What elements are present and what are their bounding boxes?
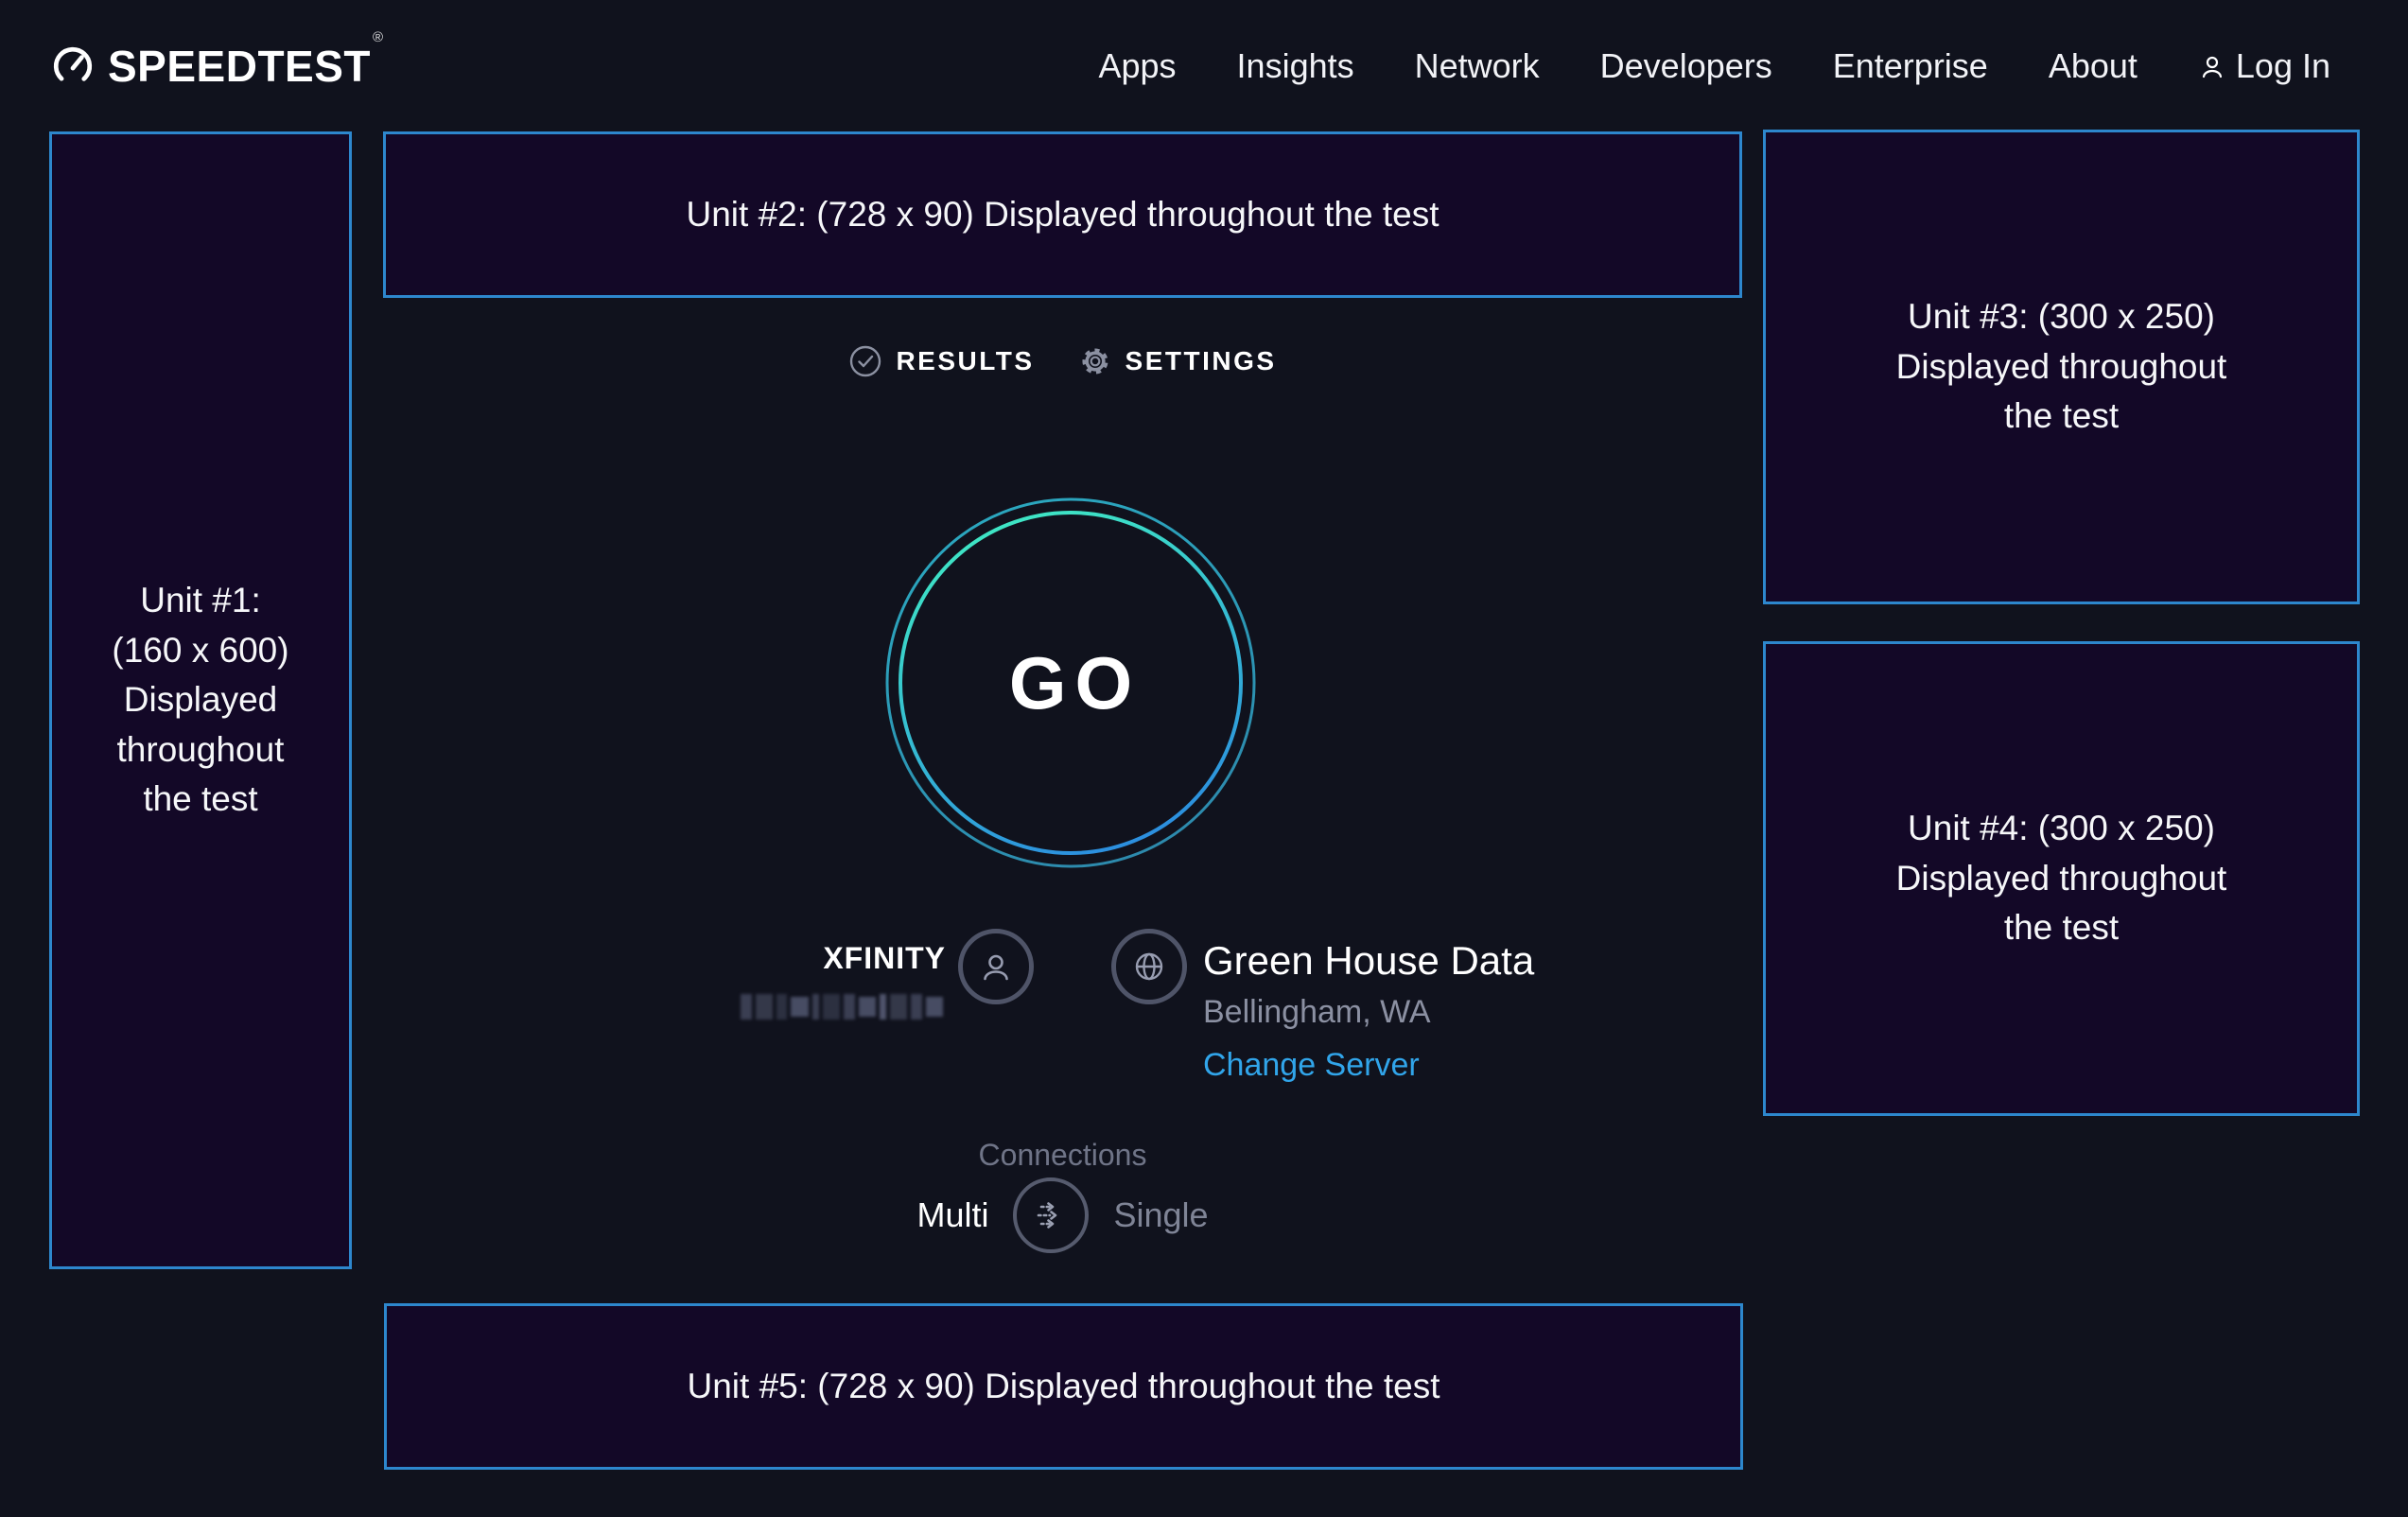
tab-results-label: RESULTS [896, 346, 1034, 376]
connections-toggle-row: Multi Single [383, 1177, 1742, 1253]
isp-name: XFINITY [615, 941, 946, 976]
isp-avatar [958, 929, 1034, 1004]
server-avatar [1111, 929, 1187, 1004]
server-name: Green House Data [1203, 938, 1534, 984]
login-label: Log In [2236, 46, 2330, 86]
redacted-ip-text [741, 994, 943, 1020]
server-location: Bellingham, WA [1203, 993, 1534, 1031]
change-server-link[interactable]: Change Server [1203, 1046, 1534, 1084]
tab-settings[interactable]: SETTINGS [1078, 344, 1277, 378]
ad-unit-2[interactable]: Unit #2: (728 x 90) Displayed throughout… [383, 131, 1742, 298]
nav-item-network[interactable]: Network [1415, 46, 1540, 86]
tab-results[interactable]: RESULTS [848, 344, 1034, 378]
user-icon [2198, 52, 2226, 80]
connections-multi-label[interactable]: Multi [916, 1195, 988, 1235]
main-nav: Apps Insights Network Developers Enterpr… [1098, 46, 2330, 86]
speedometer-gauge-icon [51, 44, 95, 88]
ad-unit-3[interactable]: Unit #3: (300 x 250) Displayed throughou… [1763, 130, 2360, 604]
ad-unit-5[interactable]: Unit #5: (728 x 90) Displayed throughout… [384, 1303, 1743, 1470]
nav-item-enterprise[interactable]: Enterprise [1833, 46, 1988, 86]
server-info: Green House Data Bellingham, WA Change S… [1203, 938, 1534, 1084]
globe-icon [1130, 948, 1168, 985]
ad-unit-2-text: Unit #2: (728 x 90) Displayed throughout… [687, 190, 1440, 240]
nav-item-apps[interactable]: Apps [1098, 46, 1176, 86]
nav-item-about[interactable]: About [2049, 46, 2138, 86]
nav-item-developers[interactable]: Developers [1600, 46, 1772, 86]
user-circle-icon [977, 948, 1015, 985]
circle-check-icon [848, 344, 882, 378]
logo-text: SPEEDTEST [108, 42, 371, 91]
ad-unit-1[interactable]: Unit #1: (160 x 600) Displayed throughou… [49, 131, 352, 1269]
tab-settings-label: SETTINGS [1125, 346, 1277, 376]
ad-unit-5-text: Unit #5: (728 x 90) Displayed throughout… [688, 1362, 1440, 1412]
ad-unit-4-text: Unit #4: (300 x 250) Displayed throughou… [1882, 804, 2242, 953]
connections-toggle[interactable] [1013, 1177, 1089, 1253]
login-button[interactable]: Log In [2198, 46, 2330, 86]
gear-icon [1078, 344, 1112, 378]
speedtest-logo[interactable]: SPEEDTEST® [51, 44, 381, 88]
connections-heading: Connections [383, 1138, 1742, 1173]
top-nav: SPEEDTEST® Apps Insights Network Develop… [51, 34, 2330, 98]
go-button[interactable]: GO [884, 497, 1257, 869]
ad-unit-1-text: Unit #1: (160 x 600) Displayed throughou… [101, 576, 300, 825]
speedtest-page: { "header": { "logo": { "text": "SPEEDTE… [0, 0, 2408, 1517]
results-settings-tabs: RESULTS SETTINGS [383, 344, 1742, 378]
multi-connection-arrows-icon [1028, 1193, 1073, 1238]
nav-item-insights[interactable]: Insights [1237, 46, 1354, 86]
ad-unit-3-text: Unit #3: (300 x 250) Displayed throughou… [1882, 292, 2242, 442]
ad-unit-4[interactable]: Unit #4: (300 x 250) Displayed throughou… [1763, 641, 2360, 1116]
logo-trademark: ® [373, 29, 383, 45]
connections-single-label[interactable]: Single [1113, 1195, 1208, 1235]
go-button-label: GO [884, 497, 1257, 869]
